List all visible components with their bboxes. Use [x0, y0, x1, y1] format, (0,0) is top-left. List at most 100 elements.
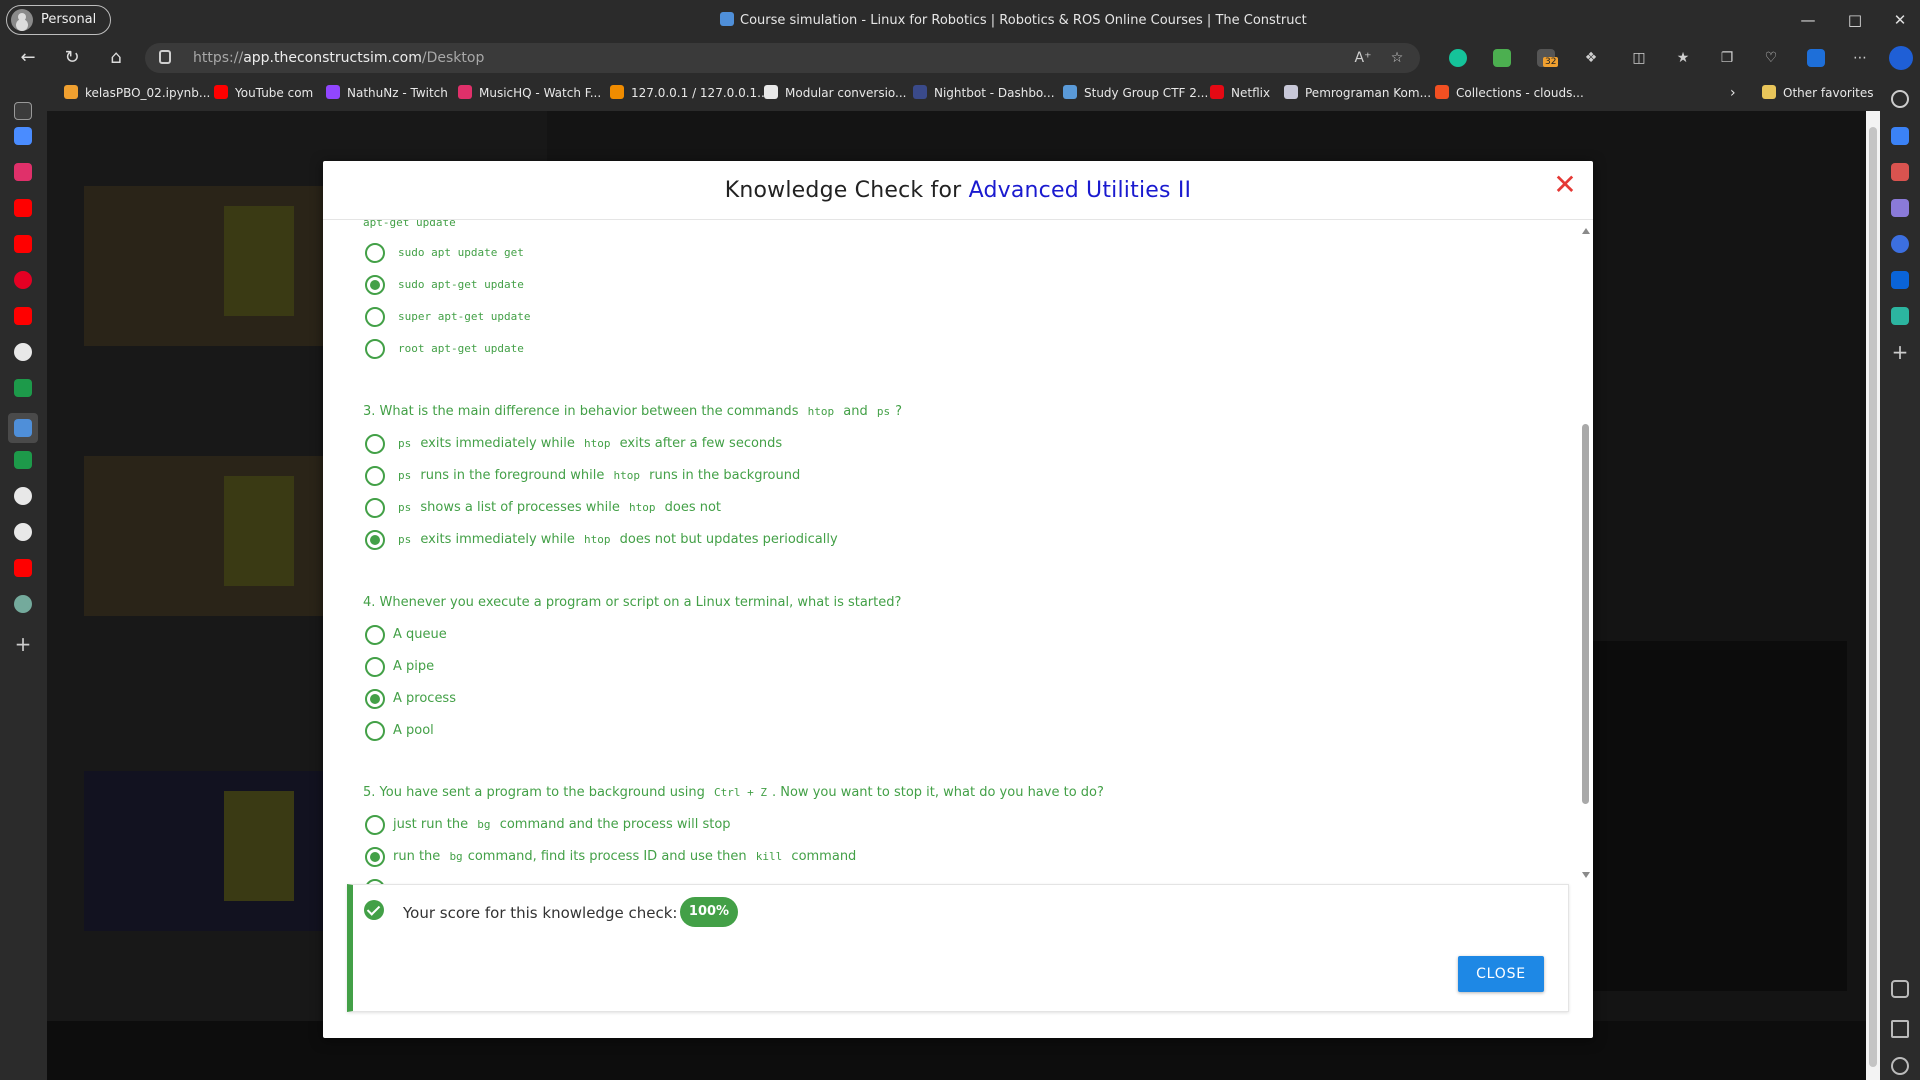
refresh-icon[interactable]: ↻ [58, 45, 86, 71]
question-4-text: 4. Whenever you execute a program or scr… [363, 595, 902, 610]
profile-button[interactable]: Personal [6, 5, 112, 35]
split-screen-icon[interactable]: ◫ [1629, 48, 1649, 68]
open-external-icon[interactable] [1891, 1020, 1909, 1038]
games-icon[interactable] [1891, 199, 1909, 217]
favorite-item[interactable]: Collections - clouds... [1435, 85, 1584, 103]
favorite-item[interactable]: MusicHQ - Watch F... [458, 85, 601, 103]
extension-icon[interactable] [1493, 49, 1511, 67]
sidebar-layout-icon[interactable] [1891, 980, 1909, 998]
extensions-puzzle-icon[interactable]: ❖ [1581, 48, 1601, 68]
grammarly-icon[interactable] [1449, 49, 1467, 67]
read-aloud-icon[interactable]: A⁺ [1353, 48, 1373, 68]
pemrograman-icon [1284, 85, 1298, 99]
tab-favicon-icon[interactable] [14, 163, 32, 181]
scroll-up-arrow-icon[interactable] [1582, 228, 1590, 234]
favorite-item[interactable]: Modular conversio... [764, 85, 906, 103]
youtube-tab-icon[interactable] [14, 235, 32, 253]
construct-tab-icon[interactable] [14, 419, 32, 437]
minimize-icon[interactable]: — [1788, 8, 1828, 32]
radio-button[interactable] [365, 625, 385, 645]
twitch-icon [326, 85, 340, 99]
home-icon[interactable]: ⌂ [102, 45, 130, 71]
question-3-text: 3. What is the main difference in behavi… [363, 404, 903, 419]
close-button[interactable]: CLOSE [1458, 956, 1544, 992]
favorites-list-icon[interactable]: ★ [1673, 48, 1693, 68]
other-favorites-folder[interactable]: Other favorites [1762, 85, 1874, 103]
collections-icon[interactable]: ❐ [1717, 48, 1737, 68]
outlook-icon[interactable] [1891, 271, 1909, 289]
radio-button[interactable] [365, 466, 385, 486]
favorite-item[interactable]: Pemrograman Kom... [1284, 85, 1431, 103]
favorite-item[interactable]: YouTube com [214, 85, 313, 103]
more-menu-icon[interactable]: ⋯ [1850, 48, 1870, 68]
excel-tab-icon[interactable] [14, 451, 32, 469]
netflix-icon [1210, 85, 1224, 99]
profile-label: Personal [41, 12, 97, 27]
window-close-icon[interactable]: ✕ [1880, 8, 1920, 32]
youtube-tab-icon[interactable] [14, 559, 32, 577]
modular-icon [764, 85, 778, 99]
health-icon[interactable]: ♡ [1761, 48, 1781, 68]
bing-copilot-icon[interactable] [1889, 46, 1913, 70]
edge-extension-icon[interactable] [1807, 49, 1825, 67]
radio-button[interactable] [365, 307, 385, 327]
favorite-item[interactable]: 127.0.0.1 / 127.0.0.1... [610, 85, 769, 103]
favorite-star-icon[interactable]: ☆ [1387, 48, 1407, 68]
youtube-tab-icon[interactable] [14, 199, 32, 217]
new-tab-icon[interactable]: + [14, 634, 32, 654]
page-scrollbar[interactable] [1866, 111, 1880, 1080]
github-tab-icon[interactable] [14, 487, 32, 505]
radio-button-selected[interactable] [365, 530, 385, 550]
address-bar[interactable]: https://app.theconstructsim.com/Desktop … [145, 43, 1420, 73]
shopping-tag-icon[interactable] [1891, 127, 1909, 145]
extension-badge-icon[interactable]: 32 [1537, 49, 1559, 67]
copilot-icon[interactable] [1891, 235, 1909, 253]
radio-button-selected[interactable] [365, 689, 385, 709]
radio-button-selected[interactable] [365, 847, 385, 867]
profile-avatar-icon [11, 9, 33, 31]
favorite-item[interactable]: NathuNz - Twitch [326, 85, 448, 103]
favorites-overflow-chevron-icon[interactable]: › [1730, 85, 1736, 103]
scroll-down-arrow-icon[interactable] [1582, 872, 1590, 878]
modal-scrollbar[interactable] [1581, 228, 1591, 878]
search-icon[interactable] [1891, 90, 1909, 108]
radio-button[interactable] [365, 339, 385, 359]
tab-actions-icon[interactable] [14, 102, 32, 120]
radio-button[interactable] [365, 657, 385, 677]
maximize-icon[interactable]: □ [1835, 8, 1875, 32]
excel-tab-icon[interactable] [14, 379, 32, 397]
radio-button[interactable] [365, 815, 385, 835]
radio-button-selected[interactable] [365, 275, 385, 295]
radio-button[interactable] [365, 243, 385, 263]
study-group-icon [1063, 85, 1077, 99]
tools-icon[interactable] [1891, 163, 1909, 181]
browser-window: Personal Course simulation - Linux for R… [0, 0, 1920, 1080]
questions-scroll-area[interactable]: apt-get update sudo apt update get sudo … [323, 220, 1593, 884]
modal-scrollbar-thumb[interactable] [1582, 424, 1589, 804]
favorite-item[interactable]: kelasPBO_02.ipynb... [64, 85, 210, 103]
radio-button[interactable] [365, 498, 385, 518]
page-scrollbar-thumb[interactable] [1869, 127, 1877, 1067]
modal-title: Knowledge Check for Advanced Utilities I… [724, 178, 1192, 203]
youtube-tab-icon[interactable] [14, 307, 32, 325]
vertical-tabs-bar: + [0, 102, 47, 1080]
favorite-icon [64, 85, 78, 99]
settings-gear-icon[interactable] [1891, 1057, 1909, 1075]
radio-button[interactable] [365, 721, 385, 741]
favorite-item[interactable]: Study Group CTF 2... [1063, 85, 1208, 103]
edge-sidebar: + [1880, 85, 1920, 1080]
pinterest-tab-icon[interactable] [14, 271, 32, 289]
back-icon[interactable]: ← [14, 45, 42, 71]
tab-title-text: Course simulation - Linux for Robotics |… [740, 13, 1307, 28]
lock-icon [159, 50, 171, 64]
tab-favicon-icon[interactable] [14, 127, 32, 145]
github-tab-icon[interactable] [14, 523, 32, 541]
drop-icon[interactable] [1891, 307, 1909, 325]
radio-button[interactable] [365, 434, 385, 454]
add-sidebar-app-icon[interactable]: + [1891, 342, 1909, 362]
chatgpt-tab-icon[interactable] [14, 595, 32, 613]
favorite-item[interactable]: Netflix [1210, 85, 1270, 103]
github-tab-icon[interactable] [14, 343, 32, 361]
modal-close-icon[interactable]: ✕ [1551, 171, 1579, 199]
favorite-item[interactable]: Nightbot - Dashbo... [913, 85, 1055, 103]
